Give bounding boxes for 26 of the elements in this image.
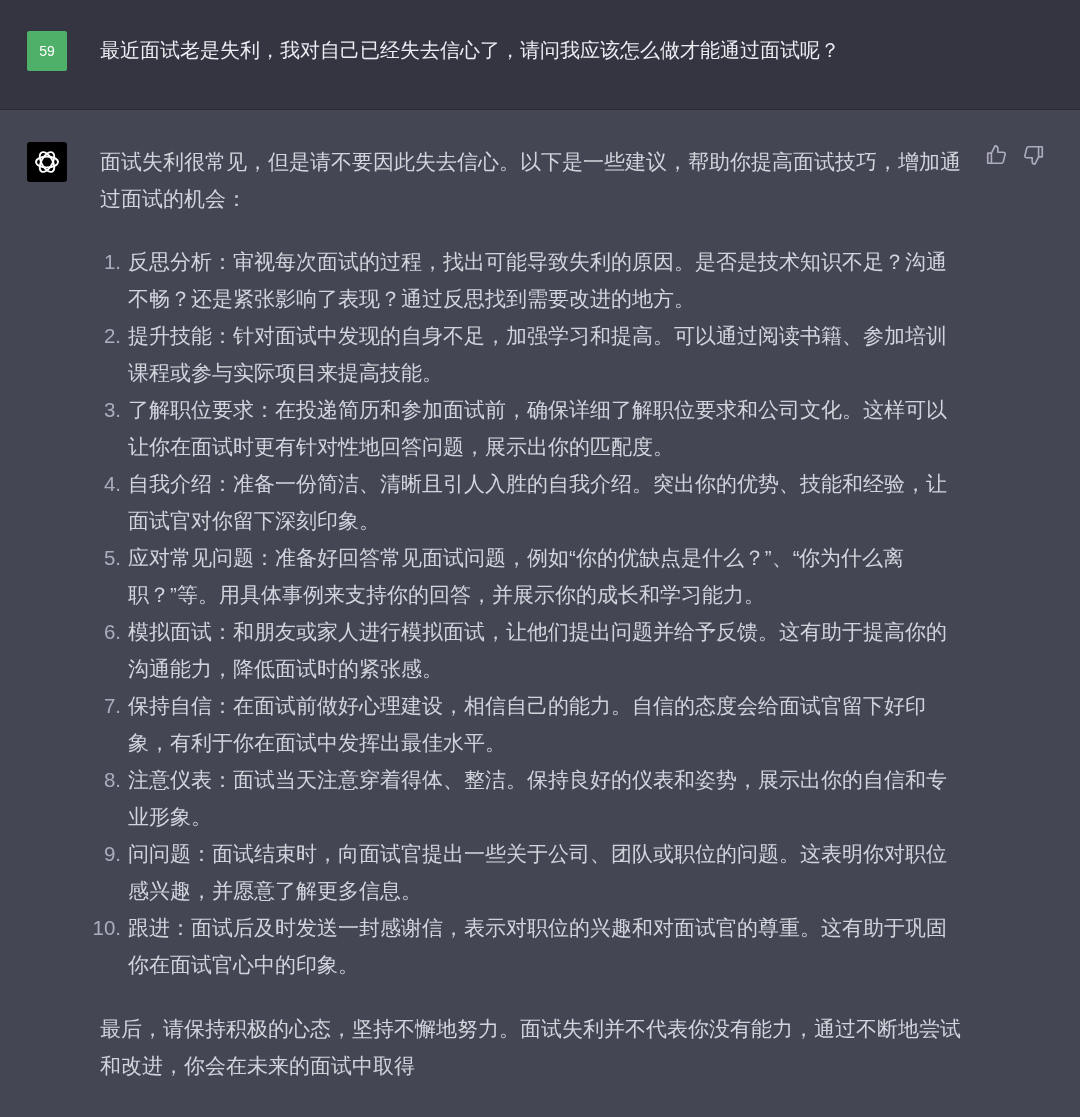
intro-paragraph: 面试失利很常见，但是请不要因此失去信心。以下是一些建议，帮助你提高面试技巧，增加通过面试的机会： [100,149,962,212]
list-number: 8. [102,767,121,793]
list-item-text: 反思分析：审视每次面试的过程，找出可能导致失利的原因。是否是技术知识不足？沟通不畅？还是紧张影响了表现？通过反思找到需要改进的地方。 [128,249,948,312]
thumbs-down-icon[interactable] [1022,144,1046,168]
list-number: 9. [102,841,121,867]
list-item-text: 保持自信：在面试前做好心理建设，相信自己的能力。自信的态度会给面试官留下好印象，有利于你在面试中发挥出最佳水平。 [128,693,927,756]
list-number: 10. [91,915,121,941]
list-number: 4. [102,471,121,497]
list-number: 7. [102,693,121,719]
list-item-text: 模拟面试：和朋友或家人进行模拟面试，让他们提出问题并给予反馈。这有助于提高你的沟通能力，降低面试时的紧张感。 [128,619,948,682]
list-number: 3. [102,397,121,423]
list-number: 2. [102,323,121,349]
closing-paragraph: 最后，请保持积极的心态，坚持不懈地努力。面试失利并不代表你没有能力，通过不断地尝试和改进，你会在未来的面试中取得 [100,1016,962,1079]
list-item-text: 了解职位要求：在投递简历和参加面试前，确保详细了解职位要求和公司文化。这样可以让你在面试时更有针对性地回答问题，展示出你的匹配度。 [128,397,948,460]
list-item-text: 自我介绍：准备一份简洁、清晰且引人入胜的自我介绍。突出你的优势、技能和经验，让面试官对你留下深刻印象。 [128,471,948,534]
user-message-text: 最近面试老是失利，我对自己已经失去信心了，请问我应该怎么做才能通过面试呢？ [100,38,840,63]
list-item-text: 问问题：面试结束时，向面试官提出一些关于公司、团队或职位的问题。这表明你对职位感兴趣，并愿意了解更多信息。 [128,841,948,904]
list-item-text: 注意仪表：面试当天注意穿着得体、整洁。保持良好的仪表和姿势，展示出你的自信和专业形象。 [128,767,948,830]
list-number: 6. [102,619,121,645]
list-item-text: 跟进：面试后及时发送一封感谢信，表示对职位的兴趣和对面试官的尊重。这有助于巩固你在面试官心中的印象。 [128,915,948,978]
assistant-logo-icon [27,142,67,182]
list-number: 1. [102,249,121,275]
list-item-text: 提升技能：针对面试中发现的自身不足，加强学习和提高。可以通过阅读书籍、参加培训课程或参与实际项目来提高技能。 [128,323,948,386]
list-number: 5. [102,545,121,571]
user-avatar: 59 [27,31,67,71]
list-item-text: 应对常见问题：准备好回答常见面试问题，例如“你的优缺点是什么？”、“你为什么离职？”等。用具体事例来支持你的回答，并展示你的成长和学习能力。 [128,545,906,608]
